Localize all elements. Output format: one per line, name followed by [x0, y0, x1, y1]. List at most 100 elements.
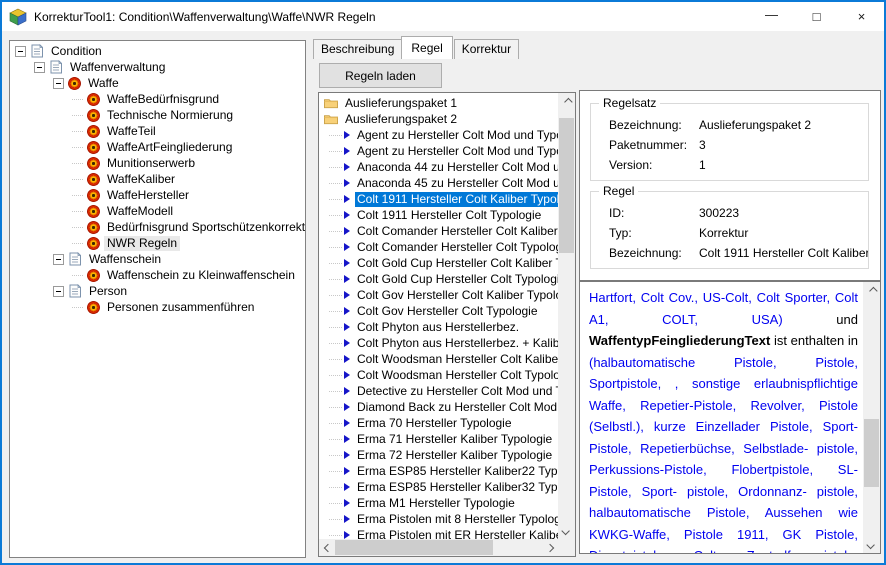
rule-marker-icon [344, 467, 350, 475]
field-row: Paketnummer: 3 [609, 138, 868, 152]
rule-target-icon [68, 77, 81, 90]
rule-item-colt-gov-hersteller-colt-typologie[interactable]: Colt Gov Hersteller Colt Typologie [319, 303, 558, 319]
rule-item-label: Colt Comander Hersteller Colt Kaliber Ty… [355, 224, 558, 239]
rule-item-anaconda-44-zu-hersteller-colt-mod-und-typologie[interactable]: Anaconda 44 zu Hersteller Colt Mod und T… [319, 159, 558, 175]
scroll-up-icon[interactable] [558, 93, 575, 110]
tree-item-waffehersteller[interactable]: WaffeHersteller [10, 187, 305, 203]
tree-connector-line [72, 131, 83, 132]
rule-marker-icon [344, 499, 350, 507]
tree-item-waffekaliber[interactable]: WaffeKaliber [10, 171, 305, 187]
tab-regel[interactable]: Regel [401, 36, 452, 59]
groupbox-title: Regelsatz [599, 96, 660, 110]
rule-marker-icon [344, 307, 350, 315]
scrollbar-thumb[interactable] [559, 118, 574, 253]
rule-item-agent-zu-hersteller-colt-mod-und-typologie[interactable]: Agent zu Hersteller Colt Mod und Typolog… [319, 127, 558, 143]
rule-item-colt-comander-hersteller-colt-typologie[interactable]: Colt Comander Hersteller Colt Typologie [319, 239, 558, 255]
rule-item-colt-woodsman-hersteller-colt-typologie[interactable]: Colt Woodsman Hersteller Colt Typologie [319, 367, 558, 383]
tree-connector-line [329, 487, 342, 488]
rule-item-erma-esp85-hersteller-kaliber32-typologie[interactable]: Erma ESP85 Hersteller Kaliber32 Typologi… [319, 479, 558, 495]
rule-marker-icon [344, 387, 350, 395]
rule-item-erma-70-hersteller-typologie[interactable]: Erma 70 Hersteller Typologie [319, 415, 558, 431]
tree-connector-line [329, 375, 342, 376]
rule-item-colt-gold-cup-hersteller-colt-typologie[interactable]: Colt Gold Cup Hersteller Colt Typologie [319, 271, 558, 287]
tree-item-munitionserwerb[interactable]: Munitionserwerb [10, 155, 305, 171]
tree-item-waffenschein-zu-kleinwaffenschein[interactable]: Waffenschein zu Kleinwaffenschein [10, 267, 305, 283]
tree-item-waffenverwaltung[interactable]: Waffenverwaltung [10, 59, 305, 75]
tab-beschreibung[interactable]: Beschreibung [313, 39, 402, 59]
field-row: Bezeichnung: Colt 1911 Hersteller Colt K… [609, 246, 868, 260]
tree-item-nwr-regeln[interactable]: NWR Regeln [10, 235, 305, 251]
tab-strip: Beschreibung Regel Korrektur [313, 37, 520, 59]
tree-item-waffeartfeingliederung[interactable]: WaffeArtFeingliederung [10, 139, 305, 155]
rule-item-colt-comander-hersteller-colt-kaliber-typologie[interactable]: Colt Comander Hersteller Colt Kaliber Ty… [319, 223, 558, 239]
tree-item-label: WaffeKaliber [104, 172, 178, 187]
tree-connector-line [72, 147, 83, 148]
minimize-button[interactable]: — [749, 2, 794, 31]
rule-item-anaconda-45-zu-hersteller-colt-mod-und-typologie[interactable]: Anaconda 45 zu Hersteller Colt Mod und T… [319, 175, 558, 191]
rules-horizontal-scrollbar[interactable] [319, 539, 558, 556]
rule-item-erma-esp85-hersteller-kaliber22-typologie[interactable]: Erma ESP85 Hersteller Kaliber22 Typologi… [319, 463, 558, 479]
rule-item-colt-phyton-aus-herstellerbez-kaliber[interactable]: Colt Phyton aus Herstellerbez. + Kaliber [319, 335, 558, 351]
rule-marker-icon [344, 355, 350, 363]
field-label: Bezeichnung: [609, 118, 699, 132]
tree-item-label: Munitionserwerb [104, 156, 198, 171]
rule-item-erma-pistolen-mit-er-hersteller-kaliber22-typologie[interactable]: Erma Pistolen mit ER Hersteller Kaliber2… [319, 527, 558, 539]
scrollbar-thumb[interactable] [864, 419, 879, 487]
text-vertical-scrollbar[interactable] [863, 282, 880, 553]
rule-item-label: Colt Gold Cup Hersteller Colt Kaliber Ty… [355, 256, 558, 271]
rule-text[interactable]: Hartfort, Colt Cov., US-Colt, Colt Sport… [580, 282, 863, 553]
rule-target-icon [87, 125, 100, 138]
rule-item-erma-71-hersteller-kaliber-typologie[interactable]: Erma 71 Hersteller Kaliber Typologie [319, 431, 558, 447]
rule-item-colt-gold-cup-hersteller-colt-kaliber-typologie[interactable]: Colt Gold Cup Hersteller Colt Kaliber Ty… [319, 255, 558, 271]
collapse-expander-icon[interactable] [53, 254, 64, 265]
scroll-right-icon[interactable] [541, 539, 558, 556]
tree-item-personen-zusammenf-hren[interactable]: Personen zusammenführen [10, 299, 305, 315]
scroll-down-icon[interactable] [863, 536, 880, 553]
rules-folder-auslieferungspaket-2[interactable]: Auslieferungspaket 2 [319, 111, 558, 127]
tree-item-waffenschein[interactable]: Waffenschein [10, 251, 305, 267]
maximize-button[interactable]: □ [794, 2, 839, 31]
rule-item-colt-gov-hersteller-colt-kaliber-typologie[interactable]: Colt Gov Hersteller Colt Kaliber Typolog… [319, 287, 558, 303]
tab-korrektur[interactable]: Korrektur [454, 39, 519, 59]
rules-vertical-scrollbar[interactable] [558, 93, 575, 539]
rule-item-colt-1911-hersteller-colt-typologie[interactable]: Colt 1911 Hersteller Colt Typologie [319, 207, 558, 223]
rule-item-erma-pistolen-mit-8-hersteller-typologie[interactable]: Erma Pistolen mit 8 Hersteller Typologie [319, 511, 558, 527]
rule-item-detective-zu-hersteller-colt-mod-und-typologie[interactable]: Detective zu Hersteller Colt Mod und Typ… [319, 383, 558, 399]
tree-item-waffemodell[interactable]: WaffeModell [10, 203, 305, 219]
tree-item-bed-rfnisgrund-sportsch-tzenkorrektur[interactable]: Bedürfnisgrund Sportschützenkorrektur [10, 219, 305, 235]
close-button[interactable]: × [839, 2, 884, 31]
tree-item-waffe[interactable]: Waffe [10, 75, 305, 91]
tree-item-technische-normierung[interactable]: Technische Normierung [10, 107, 305, 123]
folder-icon [324, 112, 338, 126]
tree-item-waffeteil[interactable]: WaffeTeil [10, 123, 305, 139]
window-title: KorrekturTool1: Condition\Waffenverwaltu… [34, 10, 376, 24]
tree-connector-line [329, 359, 342, 360]
rule-item-erma-72-hersteller-kaliber-typologie[interactable]: Erma 72 Hersteller Kaliber Typologie [319, 447, 558, 463]
collapse-expander-icon[interactable] [15, 46, 26, 57]
scroll-up-icon[interactable] [863, 282, 880, 299]
collapse-expander-icon[interactable] [53, 78, 64, 89]
rule-item-label: Erma 71 Hersteller Kaliber Typologie [355, 432, 558, 447]
load-rules-button[interactable]: Regeln laden [319, 63, 442, 88]
rule-item-erma-m1-hersteller-typologie[interactable]: Erma M1 Hersteller Typologie [319, 495, 558, 511]
rule-item-colt-phyton-aus-herstellerbez[interactable]: Colt Phyton aus Herstellerbez. [319, 319, 558, 335]
tree-item-condition[interactable]: Condition [10, 43, 305, 59]
tree-item-person[interactable]: Person [10, 283, 305, 299]
rules-folder-auslieferungspaket-1[interactable]: Auslieferungspaket 1 [319, 95, 558, 111]
condition-tree-panel: ConditionWaffenverwaltungWaffeWaffeBedür… [9, 40, 306, 558]
tree-connector-line [329, 471, 342, 472]
scroll-down-icon[interactable] [558, 522, 575, 539]
tree-connector-line [329, 135, 342, 136]
field-row: ID: 300223 [609, 206, 868, 220]
rule-item-diamond-back-zu-hersteller-colt-mod-und-typologie[interactable]: Diamond Back zu Hersteller Colt Mod und … [319, 399, 558, 415]
rule-item-label: Colt Phyton aus Herstellerbez. [355, 320, 558, 335]
tree-item-waffebed-rfnisgrund[interactable]: WaffeBedürfnisgrund [10, 91, 305, 107]
scroll-left-icon[interactable] [319, 539, 336, 556]
tree-connector-line [329, 311, 342, 312]
rule-item-colt-woodsman-hersteller-colt-kaliber-typologie[interactable]: Colt Woodsman Hersteller Colt Kaliber Ty… [319, 351, 558, 367]
rule-item-colt-1911-hersteller-colt-kaliber-typologie[interactable]: Colt 1911 Hersteller Colt Kaliber Typolo… [319, 191, 558, 207]
collapse-expander-icon[interactable] [53, 286, 64, 297]
scrollbar-thumb[interactable] [335, 540, 493, 555]
collapse-expander-icon[interactable] [34, 62, 45, 73]
rule-item-agent-zu-hersteller-colt-mod-und-typologie[interactable]: Agent zu Hersteller Colt Mod und Typolog… [319, 143, 558, 159]
